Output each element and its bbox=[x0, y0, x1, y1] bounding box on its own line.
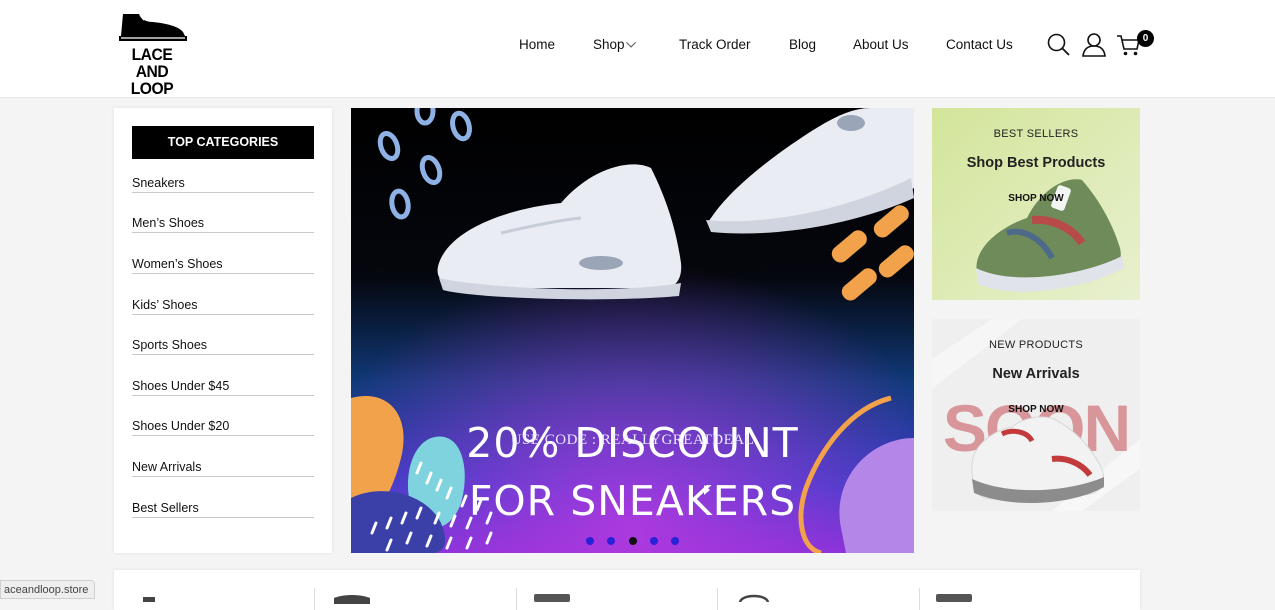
banner-line-2: FOR SNEAKERS bbox=[468, 477, 797, 525]
banner-promo-code: USE CODE : REALLYGREATDEAL bbox=[510, 432, 755, 448]
user-icon[interactable] bbox=[1081, 32, 1107, 58]
strip-divider bbox=[717, 588, 718, 610]
nav-about-us[interactable]: About Us bbox=[853, 37, 909, 52]
status-bar-url: aceandloop.store bbox=[0, 580, 96, 599]
strip-divider bbox=[919, 588, 920, 610]
logo-line-1: LACE AND bbox=[131, 45, 173, 81]
feature-5-icon bbox=[936, 594, 972, 602]
promo-best-sellers-title: Shop Best Products bbox=[966, 155, 1106, 171]
nav-shop[interactable]: Shop bbox=[593, 37, 636, 52]
logo[interactable]: LACE AND LOOP bbox=[115, 10, 193, 97]
promo-new-arrivals[interactable]: SOON NEW PRODUCTS New Arrivals SHOP NOW bbox=[932, 319, 1140, 511]
slide-dot-1[interactable] bbox=[585, 537, 594, 545]
category-sidebar: TOP CATEGORIES Sneakers Men’s Shoes Wome… bbox=[114, 108, 332, 553]
cart-count-badge: 0 bbox=[1137, 30, 1154, 47]
category-best-sellers[interactable]: Best Sellers bbox=[132, 501, 314, 518]
nav-track-order[interactable]: Track Order bbox=[679, 37, 751, 52]
promo-new-arrivals-title: New Arrivals bbox=[992, 366, 1080, 382]
slide-dot-3[interactable] bbox=[628, 537, 637, 545]
site-header: LACE AND LOOP Home Shop Track Order Blog… bbox=[0, 0, 1275, 98]
nav-blog[interactable]: Blog bbox=[789, 37, 816, 52]
search-icon[interactable] bbox=[1046, 32, 1072, 58]
category-womens-shoes[interactable]: Women’s Shoes bbox=[132, 257, 314, 274]
promo-new-arrivals-tag: NEW PRODUCTS bbox=[988, 339, 1084, 351]
nav-shop-label: Shop bbox=[593, 37, 625, 52]
feature-1-icon bbox=[143, 597, 155, 602]
chevron-down-icon bbox=[625, 37, 636, 48]
next-slide-arrow-icon[interactable] bbox=[704, 485, 710, 495]
nav-contact-us[interactable]: Contact Us bbox=[946, 37, 1013, 52]
features-strip bbox=[114, 570, 1140, 610]
promo-best-sellers-shop-now[interactable]: SHOP NOW bbox=[932, 193, 1140, 204]
category-shoes-under-20[interactable]: Shoes Under $20 bbox=[132, 419, 314, 436]
strip-divider bbox=[516, 588, 517, 610]
top-categories-title: TOP CATEGORIES bbox=[132, 126, 314, 159]
nav-home[interactable]: Home bbox=[519, 37, 555, 52]
promo-best-sellers[interactable]: BEST SELLERS Shop Best Products SHOP NOW bbox=[932, 108, 1140, 300]
hero-banner[interactable]: 20% DISCOUNT FOR SNEAKERS USE CODE : REA… bbox=[351, 108, 914, 553]
slide-dot-4[interactable] bbox=[649, 537, 658, 545]
category-sports-shoes[interactable]: Sports Shoes bbox=[132, 338, 314, 355]
shoe-logo-icon bbox=[119, 14, 187, 41]
category-sneakers[interactable]: Sneakers bbox=[132, 176, 314, 193]
feature-2-icon bbox=[334, 595, 370, 604]
promo-new-arrivals-shop-now[interactable]: SHOP NOW bbox=[932, 404, 1140, 415]
category-kids-shoes[interactable]: Kids’ Shoes bbox=[132, 298, 314, 315]
logo-text: LACE AND LOOP bbox=[117, 46, 187, 97]
strip-divider bbox=[314, 588, 315, 610]
category-new-arrivals[interactable]: New Arrivals bbox=[132, 460, 314, 477]
slide-dot-5[interactable] bbox=[671, 537, 680, 545]
promo-best-sellers-tag: BEST SELLERS bbox=[993, 128, 1079, 140]
category-mens-shoes[interactable]: Men’s Shoes bbox=[132, 216, 314, 233]
slide-dot-2[interactable] bbox=[607, 537, 616, 545]
category-shoes-under-45[interactable]: Shoes Under $45 bbox=[132, 379, 314, 396]
feature-4-icon bbox=[738, 594, 770, 602]
logo-line-2: LOOP bbox=[130, 79, 174, 98]
feature-3-icon bbox=[534, 594, 570, 602]
slide-dots bbox=[351, 532, 914, 550]
